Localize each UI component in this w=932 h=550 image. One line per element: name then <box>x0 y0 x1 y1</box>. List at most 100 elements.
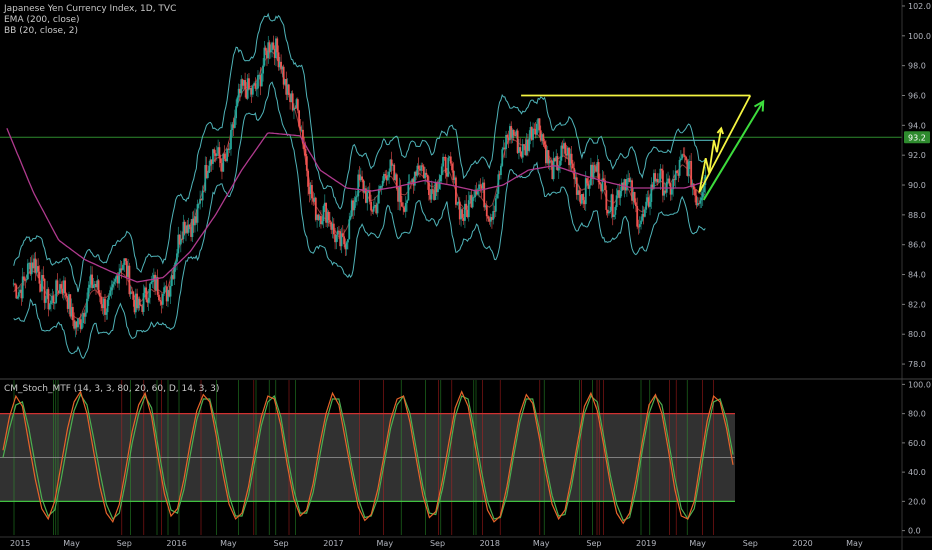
candle-body <box>53 302 56 304</box>
candle-body <box>254 83 257 89</box>
candle-body <box>122 264 124 270</box>
price-tick-label: 90.0 <box>908 181 926 190</box>
candle-body <box>42 275 45 279</box>
candle-body <box>56 280 59 291</box>
time-tick-label: 2017 <box>323 539 343 548</box>
price-tick-label: 82.0 <box>908 300 926 309</box>
candle-body <box>87 287 90 299</box>
ema-legend[interactable]: EMA (200, close) <box>4 15 176 26</box>
candle-body <box>659 168 662 182</box>
candle-body <box>213 149 216 154</box>
candle-body <box>384 174 387 176</box>
candle-body <box>77 318 79 328</box>
stoch-legend: CM_Stoch_MTF (14, 3, 3, 80, 20, 60, D, 1… <box>4 384 219 395</box>
candle-body <box>552 158 555 180</box>
stoch-tick-label: 60.0 <box>908 439 926 448</box>
candle-body <box>467 200 470 218</box>
candle-body <box>287 84 290 95</box>
candle-body <box>215 153 218 156</box>
candle-body <box>321 221 324 225</box>
time-tick-label: Sep <box>586 539 601 548</box>
candle-body <box>50 300 52 305</box>
candle-body <box>602 178 605 181</box>
time-tick-label: Sep <box>430 539 445 548</box>
stoch-title[interactable]: CM_Stoch_MTF (14, 3, 3, 80, 20, 60, D, 1… <box>4 384 219 395</box>
candle-body <box>668 178 671 184</box>
candle-body <box>645 201 648 210</box>
candle-body <box>366 192 369 203</box>
candle-body <box>626 179 628 191</box>
candle-body <box>578 190 581 195</box>
candle-body <box>437 188 439 193</box>
candle-body <box>497 174 500 194</box>
candle-body <box>449 156 452 164</box>
candle-body <box>262 65 265 74</box>
price-tick-label: 96.0 <box>908 91 926 100</box>
candle-body <box>430 189 433 200</box>
candle-body <box>80 323 83 329</box>
price-tag-label: 93.2 <box>908 133 926 142</box>
candle-body <box>138 298 141 305</box>
candle-body <box>608 211 610 214</box>
price-tick-label: 102.0 <box>908 2 931 11</box>
candle-body <box>169 286 172 297</box>
candle-body <box>588 185 591 189</box>
candle-body <box>203 190 205 192</box>
candle-body <box>124 258 127 261</box>
candle-body <box>156 277 159 295</box>
candle-body <box>582 194 585 201</box>
candle-body <box>71 307 74 321</box>
candle-body <box>700 197 703 201</box>
candle-body <box>111 284 114 288</box>
candle-body <box>678 160 681 176</box>
candle-body <box>305 156 308 171</box>
price-tick-label: 94.0 <box>908 121 926 130</box>
candle-body <box>16 296 19 299</box>
candle-body <box>142 293 145 312</box>
candle-body <box>97 280 100 293</box>
candle-body <box>176 253 178 262</box>
candle-body <box>208 165 211 173</box>
candle-body <box>17 292 20 297</box>
candle-body <box>399 186 402 203</box>
chart-legend: Japanese Yen Currency Index, 1D, TVC EMA… <box>4 4 176 37</box>
candle-body <box>196 204 199 223</box>
candle-body <box>461 209 464 218</box>
candle-body <box>494 198 497 212</box>
candle-body <box>110 287 113 291</box>
bb-legend[interactable]: BB (20, close, 2) <box>4 26 176 37</box>
time-tick-label: May <box>689 539 706 548</box>
symbol-title[interactable]: Japanese Yen Currency Index, 1D, TVC <box>4 4 176 15</box>
candle-body <box>197 203 200 205</box>
chart-canvas[interactable]: 102.0 100.0 98.0 96.0 94.0 92.0 90.0 88.0 86.0 84… <box>0 0 932 550</box>
candle-body <box>438 181 441 189</box>
candle-body <box>161 293 164 305</box>
candle-body <box>114 278 117 282</box>
candle-body <box>345 242 348 250</box>
candle-body <box>159 300 162 302</box>
candle-body <box>219 158 222 164</box>
candle-body <box>506 134 509 138</box>
candle-body <box>15 285 18 299</box>
candle-body <box>636 206 639 227</box>
candle-body <box>559 160 561 166</box>
candle-body <box>421 165 424 167</box>
candle-body <box>439 175 442 182</box>
candle-body <box>619 190 622 198</box>
candle-body <box>84 312 87 317</box>
candle-body <box>633 192 636 203</box>
candle-body <box>368 190 371 202</box>
candle-body <box>683 155 686 157</box>
candle-body <box>128 265 131 295</box>
candle-body <box>14 283 16 286</box>
candle-body <box>235 106 238 119</box>
candle-body <box>404 203 407 212</box>
candle-body <box>570 153 573 164</box>
candle-body <box>348 219 351 240</box>
candle-body <box>665 181 668 193</box>
candle-body <box>132 291 135 300</box>
candle-body <box>425 172 428 175</box>
price-tick-label: 86.0 <box>908 241 926 250</box>
candle-body <box>386 177 389 181</box>
time-tick-label: 2015 <box>10 539 30 548</box>
